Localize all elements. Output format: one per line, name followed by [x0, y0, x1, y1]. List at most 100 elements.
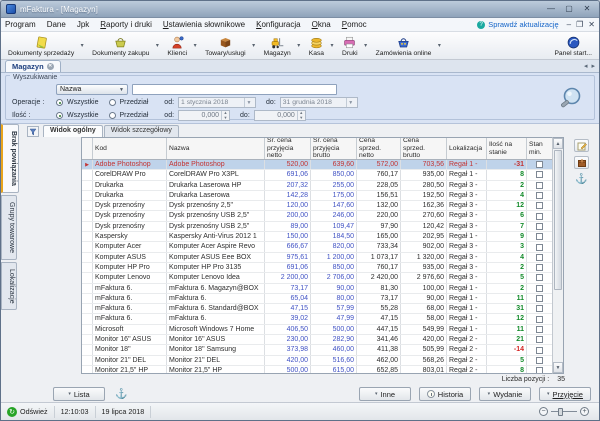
operations-range-radio[interactable]	[109, 99, 116, 106]
stan-min-checkbox[interactable]	[536, 285, 543, 292]
menu-jpk[interactable]: Jpk	[77, 20, 89, 29]
column-header-lok[interactable]: Lokalizacja	[447, 138, 487, 159]
stan-min-checkbox[interactable]	[536, 326, 543, 333]
toolbar-klienci-button[interactable]: Klienci	[163, 32, 191, 59]
quantity-from-stepper[interactable]: 0,000 ▲▼	[178, 110, 230, 121]
lista-button[interactable]: ▾Lista	[53, 387, 105, 401]
refresh-button[interactable]: ↻ Odśwież	[5, 406, 55, 418]
table-row[interactable]: Dysk przenośnyDysk przenośny 2,5"120,001…	[82, 201, 552, 211]
stan-min-checkbox[interactable]	[536, 223, 543, 230]
table-row[interactable]: Komputer AcerKomputer Acer Aspire Revo66…	[82, 242, 552, 252]
table-row[interactable]: Komputer HP ProKomputer HP Pro 3135691,0…	[82, 263, 552, 273]
table-row[interactable]: DrukarkaDrukarka Laserowa142,28175,00156…	[82, 191, 552, 201]
stan-min-checkbox[interactable]	[536, 182, 543, 189]
toolbar-dokumenty-sprzedaży-button[interactable]: Dokumenty sprzedaży	[4, 32, 78, 59]
column-header-qty[interactable]: Ilość na stanie	[487, 138, 527, 159]
dropdown-arrow-icon[interactable]: ▾	[191, 32, 199, 59]
dropdown-arrow-icon[interactable]: ▾	[328, 32, 336, 59]
toolbar-panel-start-button[interactable]: Panel start...	[550, 32, 596, 59]
menu-konfiguracja[interactable]: Konfiguracja	[256, 20, 300, 29]
check-updates-link[interactable]: ? Sprawdź aktualizację	[477, 20, 558, 29]
mdi-restore-button[interactable]: ❐	[576, 20, 583, 29]
column-header-kod[interactable]: Kod	[93, 138, 167, 159]
table-row[interactable]: Monitor 18"Monitor 18" Samsung373,98460,…	[82, 345, 552, 355]
toolbar-dokumenty-zakupu-button[interactable]: Dokumenty zakupu	[88, 32, 153, 59]
quantity-to-stepper[interactable]: 0,000 ▲▼	[254, 110, 306, 121]
sidebar-tab-grupy-towarowe[interactable]: Grupy towarowe	[1, 195, 17, 260]
close-button[interactable]: ✕	[580, 4, 594, 15]
toolbar-towary-usługi-button[interactable]: Towary/usługi	[201, 32, 250, 59]
calendar-dropdown-icon[interactable]: ▼	[244, 98, 253, 107]
search-field-selector[interactable]: Nazwa ▼	[56, 84, 128, 95]
przyjęcie-button[interactable]: ▾Przyjęcie	[539, 387, 591, 401]
tab-magazyn[interactable]: Magazyn ✕	[5, 60, 61, 72]
menu-dane[interactable]: Dane	[47, 20, 66, 29]
table-row[interactable]: mFaktura 6.mFaktura 6.39,0247,9947,1558,…	[82, 314, 552, 324]
table-row[interactable]: Monitor 21,5" HPMonitor 21,5" HP500,0061…	[82, 366, 552, 374]
stan-min-checkbox[interactable]	[536, 244, 543, 251]
stan-min-checkbox[interactable]	[536, 202, 543, 209]
stan-min-checkbox[interactable]	[536, 305, 543, 312]
historia-button[interactable]: Historia	[419, 387, 471, 401]
operations-all-radio[interactable]	[56, 99, 63, 106]
table-row[interactable]: ▶Adobe PhotoshopAdobe Photoshop520,00639…	[82, 160, 552, 170]
tab-close-icon[interactable]: ✕	[47, 63, 54, 70]
edit-item-icon[interactable]	[574, 139, 589, 152]
package-icon[interactable]	[574, 156, 589, 169]
table-row[interactable]: Monitor 16" ASUSMonitor 16" ASUS230,0028…	[82, 335, 552, 345]
stan-min-checkbox[interactable]	[536, 295, 543, 302]
dropdown-arrow-icon[interactable]: ▾	[435, 32, 443, 59]
anchor-icon[interactable]: ⚓	[574, 173, 589, 186]
anchor-icon[interactable]: ⚓	[115, 389, 127, 400]
mdi-minimize-button[interactable]: –	[567, 20, 571, 29]
stan-min-checkbox[interactable]	[536, 367, 543, 374]
table-row[interactable]: Komputer ASUSKomputer ASUS Eee BOX975,61…	[82, 253, 552, 263]
table-row[interactable]: KasperskyKaspersky Anti-Virus 2012 1150,…	[82, 232, 552, 242]
zoom-in-button[interactable]: +	[580, 407, 589, 416]
column-header-cs_b[interactable]: Cena sprzed. brutto	[401, 138, 447, 159]
table-row[interactable]: CorelDRAW ProCorelDRAW Pro X3PL691,06850…	[82, 170, 552, 180]
menu-raporty-i-druki[interactable]: Raporty i druki	[100, 20, 152, 29]
stan-min-checkbox[interactable]	[536, 264, 543, 271]
spinner-arrows-icon[interactable]: ▲▼	[297, 111, 305, 120]
table-row[interactable]: Monitor 21" DELMonitor 21" DEL420,00516,…	[82, 356, 552, 366]
dropdown-arrow-icon[interactable]: ▾	[362, 32, 370, 59]
toolbar-zamówienia-online-button[interactable]: Zamówienia online	[372, 32, 436, 59]
view-tab-widok-szczegółowy[interactable]: Widok szczegółowy	[104, 125, 179, 137]
column-header-sc_n[interactable]: Śr. cena przyjęcia netto	[265, 138, 311, 159]
sidebar-tab-lokalizacje[interactable]: Lokalizacje	[1, 262, 17, 311]
dropdown-arrow-icon[interactable]: ▾	[78, 32, 86, 59]
menu-okna[interactable]: Okna	[312, 20, 331, 29]
spinner-arrows-icon[interactable]: ▲▼	[221, 111, 229, 120]
table-row[interactable]: MicrosoftMicrosoft Windows 7 Home406,505…	[82, 325, 552, 335]
dropdown-arrow-icon[interactable]: ▾	[250, 32, 258, 59]
stan-min-checkbox[interactable]	[536, 213, 543, 220]
table-row[interactable]: DrukarkaDrukarka Laserowa HP207,32255,00…	[82, 181, 552, 191]
maximize-button[interactable]: ▢	[562, 4, 576, 15]
dropdown-arrow-icon[interactable]: ▾	[153, 32, 161, 59]
tab-scroll-left-icon[interactable]: ◂	[584, 62, 588, 70]
stan-min-checkbox[interactable]	[536, 171, 543, 178]
toolbar-magazyn-button[interactable]: Magazyn	[260, 32, 295, 59]
table-row[interactable]: Dysk przenośnyDysk przenośny USB 2,5"200…	[82, 211, 552, 221]
stan-min-checkbox[interactable]	[536, 336, 543, 343]
stan-min-checkbox[interactable]	[536, 274, 543, 281]
search-icon[interactable]	[555, 85, 585, 115]
menu-pomoc[interactable]: Pomoc	[342, 20, 367, 29]
menu-program[interactable]: Program	[5, 20, 36, 29]
table-row[interactable]: Dysk przenośnyDysk przenośny USB 2,5"89,…	[82, 222, 552, 232]
menu-ustawienia-słownikowe[interactable]: Ustawienia słownikowe	[163, 20, 245, 29]
column-header-sc_b[interactable]: Śr. cena przyjęcia brutto	[311, 138, 357, 159]
scroll-up-icon[interactable]: ▲	[553, 138, 563, 149]
dropdown-arrow-icon[interactable]: ▾	[295, 32, 303, 59]
table-row[interactable]: mFaktura 6.mFaktura 6. Standard@BOX47,15…	[82, 304, 552, 314]
scrollbar-thumb[interactable]	[554, 150, 562, 290]
zoom-out-button[interactable]: −	[539, 407, 548, 416]
quantity-all-radio[interactable]	[56, 112, 63, 119]
quantity-range-radio[interactable]	[109, 112, 116, 119]
zoom-slider[interactable]	[551, 411, 577, 412]
mdi-close-button[interactable]: ✕	[588, 20, 595, 29]
date-to-field[interactable]: 31 grudnia 2018 ▼	[280, 97, 358, 108]
minimize-button[interactable]: —	[544, 4, 558, 15]
stan-min-checkbox[interactable]	[536, 316, 543, 323]
